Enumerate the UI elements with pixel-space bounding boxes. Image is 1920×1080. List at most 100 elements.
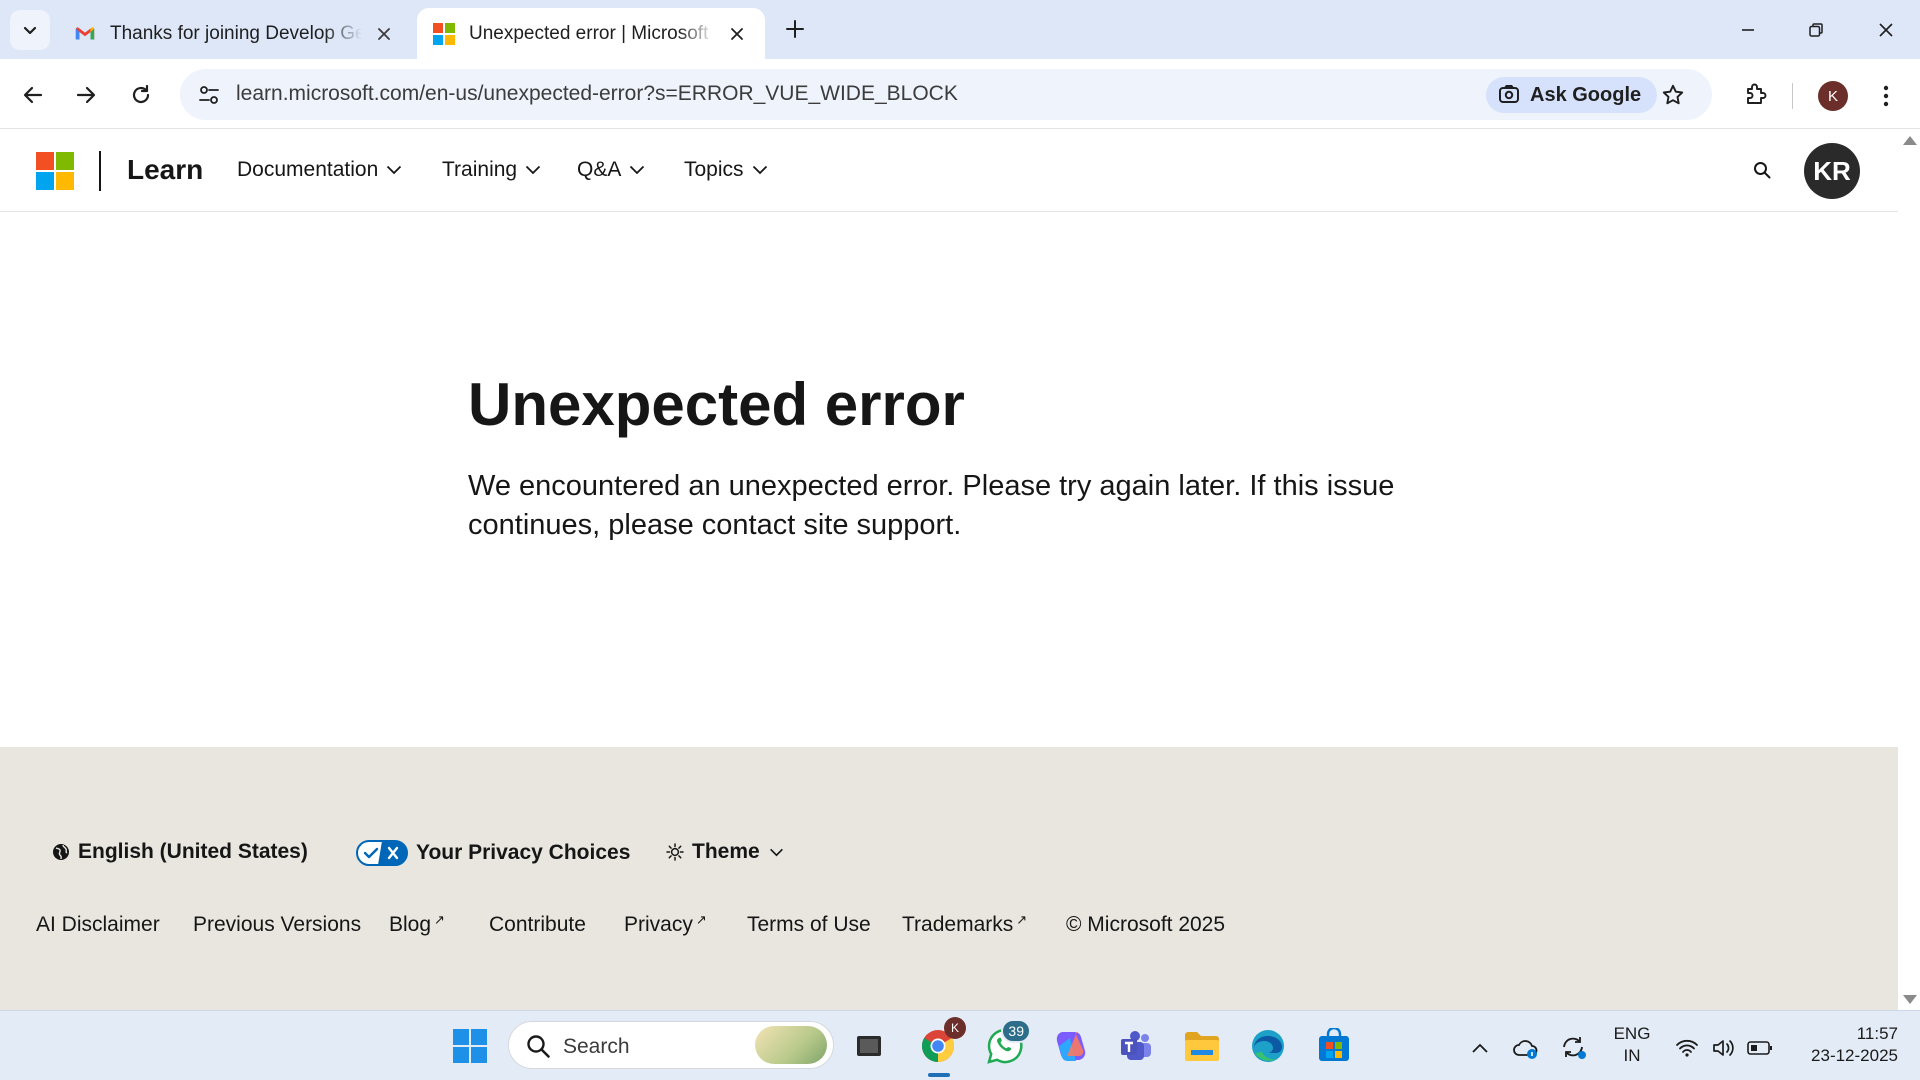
new-tab-button[interactable] (780, 14, 810, 44)
external-link-icon: ↗ (695, 912, 707, 927)
privacy-choices-link[interactable]: Your Privacy Choices (356, 840, 630, 866)
nav-documentation[interactable]: Documentation (237, 158, 402, 182)
task-view-icon[interactable] (845, 1023, 893, 1069)
tab-search-button[interactable] (10, 10, 50, 50)
windows-start-icon[interactable] (446, 1023, 494, 1069)
logo-divider (99, 151, 101, 191)
tab-gmail[interactable]: Thanks for joining Develop Gen (58, 8, 412, 59)
tab-title: Thanks for joining Develop Gen (110, 22, 362, 44)
chevron-down-icon (630, 165, 645, 175)
copyright-text: © Microsoft 2025 (1066, 913, 1226, 936)
user-avatar[interactable]: KR (1804, 143, 1860, 199)
close-icon (1879, 23, 1893, 37)
site-footer: English (United States) Your Privacy Cho… (0, 747, 1898, 1010)
microsoft-logo[interactable] (36, 152, 74, 190)
nav-qa[interactable]: Q&A (577, 158, 645, 182)
restore-button[interactable] (1792, 10, 1840, 50)
chrome-taskbar-icon[interactable]: K (914, 1017, 966, 1069)
close-window-button[interactable] (1862, 10, 1910, 50)
close-tab-icon[interactable] (372, 22, 396, 46)
nav-training[interactable]: Training (442, 158, 541, 182)
language-label: English (United States) (78, 840, 308, 863)
gmail-icon (75, 26, 95, 39)
footer-link-privacy[interactable]: Privacy ↗ (624, 913, 707, 937)
site-info-icon[interactable] (194, 80, 224, 110)
teams-taskbar-icon[interactable] (1112, 1023, 1160, 1069)
browser-toolbar: learn.microsoft.com/en-us/unexpected-err… (0, 59, 1920, 129)
theme-selector[interactable]: Theme (666, 840, 784, 864)
copilot-taskbar-icon[interactable] (1047, 1023, 1095, 1069)
toolbar-divider (1792, 83, 1793, 109)
privacy-toggle-icon (356, 840, 408, 866)
url-text[interactable]: learn.microsoft.com/en-us/unexpected-err… (236, 82, 958, 106)
globe-icon (52, 843, 70, 861)
chevron-down-icon (525, 165, 541, 175)
learn-brand-link[interactable]: Learn (127, 154, 203, 186)
arrow-right-icon (76, 86, 96, 104)
footer-link-terms-of-use[interactable]: Terms of Use (747, 913, 871, 937)
vertical-scrollbar[interactable] (1898, 130, 1920, 1010)
footer-link-ai-disclaimer[interactable]: AI Disclaimer (36, 913, 160, 937)
taskbar-search-box[interactable]: Search (508, 1021, 834, 1069)
nav-label: Documentation (237, 158, 379, 181)
clock-time: 11:57 (1856, 1024, 1898, 1043)
chrome-profile-badge: K (944, 1017, 966, 1039)
profile-avatar[interactable]: K (1818, 81, 1848, 111)
microsoft-icon (433, 22, 455, 45)
privacy-choices-label: Your Privacy Choices (416, 841, 631, 864)
taskbar-search-label: Search (563, 1035, 630, 1058)
minimize-button[interactable] (1724, 10, 1772, 50)
nav-topics[interactable]: Topics (684, 158, 768, 182)
close-tab-icon[interactable] (725, 22, 749, 46)
ask-google-button[interactable]: Ask Google (1486, 77, 1658, 113)
active-app-indicator (928, 1073, 950, 1077)
sun-icon (666, 843, 684, 861)
back-button[interactable] (13, 75, 53, 115)
extensions-puzzle-icon[interactable] (1738, 76, 1774, 112)
system-clock[interactable]: 11:57 23-12-2025 (1788, 1023, 1898, 1067)
chevron-down-icon (752, 165, 767, 175)
volume-icon[interactable] (1708, 1033, 1738, 1063)
site-header: Learn Documentation Training Q&A Topics … (0, 130, 1898, 212)
restore-icon (1809, 23, 1823, 37)
sync-icon[interactable] (1559, 1033, 1589, 1063)
error-title: Unexpected error (468, 371, 965, 438)
address-bar[interactable]: learn.microsoft.com/en-us/unexpected-err… (180, 69, 1712, 120)
input-language-indicator[interactable]: ENG IN (1610, 1023, 1654, 1067)
region-code: IN (1623, 1046, 1641, 1065)
arrow-left-icon (23, 86, 43, 104)
footer-link-blog[interactable]: Blog ↗ (389, 913, 445, 937)
scroll-down-arrow-icon[interactable] (1903, 995, 1917, 1004)
reload-icon (132, 84, 150, 104)
whatsapp-unread-badge: 39 (1001, 1019, 1031, 1043)
footer-link-contribute[interactable]: Contribute (489, 913, 586, 937)
bookmark-star-icon[interactable] (1658, 80, 1688, 110)
language-selector[interactable]: English (United States) (52, 840, 308, 864)
nav-label: Training (442, 158, 518, 181)
battery-icon[interactable] (1745, 1033, 1775, 1063)
show-hidden-icons-chevron-up-icon[interactable] (1465, 1033, 1495, 1063)
forward-button[interactable] (66, 75, 106, 115)
theme-label: Theme (692, 840, 760, 863)
reload-button[interactable] (121, 75, 161, 115)
tab-title: Unexpected error | Microsoft Le (469, 22, 715, 44)
microsoft-store-taskbar-icon[interactable] (1310, 1023, 1358, 1069)
file-explorer-taskbar-icon[interactable] (1178, 1023, 1226, 1069)
language-code: ENG (1613, 1024, 1651, 1043)
search-icon[interactable] (1748, 156, 1776, 184)
onedrive-cloud-icon[interactable] (1511, 1033, 1541, 1063)
page-content: Learn Documentation Training Q&A Topics … (0, 130, 1898, 1010)
whatsapp-taskbar-icon[interactable]: 39 (981, 1019, 1031, 1069)
minimize-icon (1742, 29, 1754, 31)
wifi-icon[interactable] (1672, 1033, 1702, 1063)
chevron-down-icon (387, 165, 402, 175)
edge-taskbar-icon[interactable] (1244, 1023, 1292, 1069)
more-menu-icon[interactable] (1873, 79, 1899, 113)
google-lens-icon (1499, 85, 1519, 103)
footer-link-previous-versions[interactable]: Previous Versions (193, 913, 361, 937)
plus-icon (786, 20, 804, 38)
footer-link-trademarks[interactable]: Trademarks ↗ (902, 913, 1027, 937)
scroll-up-arrow-icon[interactable] (1903, 136, 1917, 145)
windows-taskbar: Search K 39 ENG IN 11:57 23-12-2025 (0, 1010, 1920, 1080)
tab-microsoft-learn[interactable]: Unexpected error | Microsoft Le (417, 8, 765, 59)
